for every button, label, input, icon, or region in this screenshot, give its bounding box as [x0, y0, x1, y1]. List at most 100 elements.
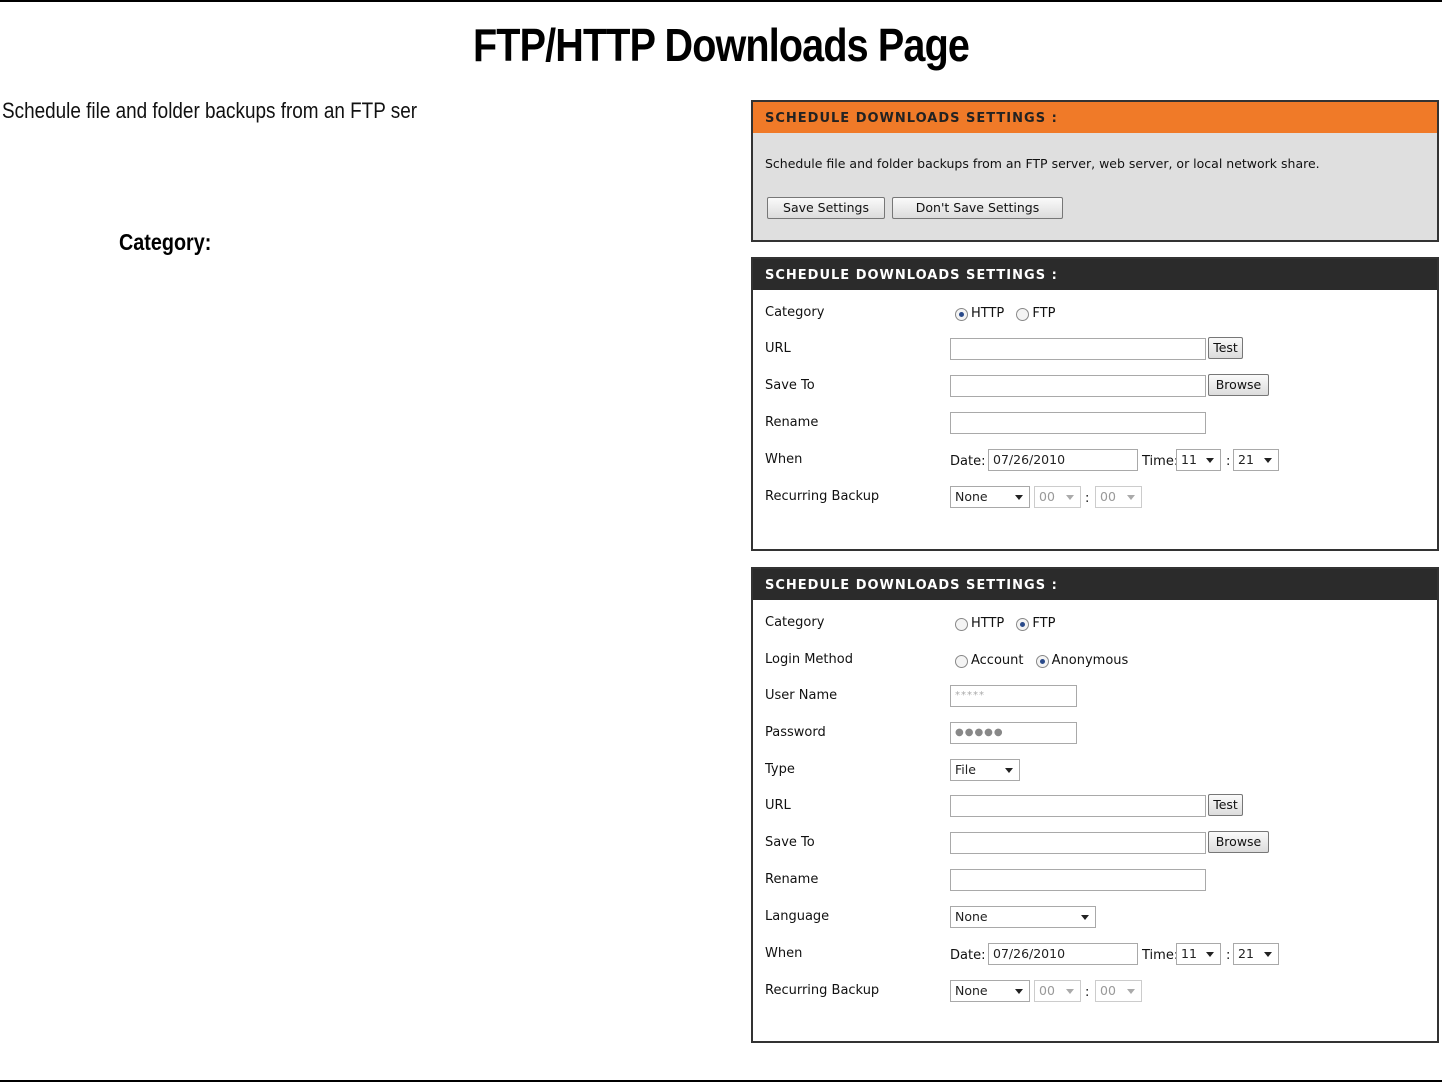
- date-input[interactable]: 07/26/2010: [988, 943, 1138, 965]
- recurring-hour-select[interactable]: 00: [1034, 486, 1081, 508]
- settings-panel-ftp: SCHEDULE DOWNLOADS SETTINGS : Category H…: [751, 567, 1439, 1043]
- chevron-down-icon: [1206, 952, 1214, 957]
- time-label: Time:: [1142, 454, 1179, 469]
- recurring-select[interactable]: None: [950, 486, 1030, 508]
- chevron-down-icon: [1127, 495, 1135, 500]
- url-label: URL: [765, 798, 791, 813]
- chevron-down-icon: [1066, 495, 1074, 500]
- chevron-down-icon: [1005, 768, 1013, 773]
- time-separator: :: [1226, 948, 1231, 963]
- login-account-label: Account: [971, 653, 1024, 668]
- date-label: Date:: [950, 948, 986, 963]
- category-http-label: HTTP: [971, 306, 1005, 321]
- category-ftp-radio[interactable]: [1016, 307, 1030, 321]
- recurring-minute-select[interactable]: 00: [1095, 980, 1142, 1002]
- chevron-down-icon: [1066, 989, 1074, 994]
- url-input[interactable]: [950, 338, 1206, 360]
- type-select[interactable]: File: [950, 759, 1020, 781]
- recurring-separator: :: [1085, 491, 1090, 506]
- bottom-rule: [0, 1080, 1442, 1082]
- time-hour-value: 11: [1181, 452, 1197, 467]
- category-http-radio[interactable]: [955, 617, 968, 631]
- login-method-label: Login Method: [765, 652, 853, 667]
- save-to-label: Save To: [765, 378, 815, 393]
- time-hour-select[interactable]: 11: [1176, 943, 1221, 965]
- rename-input[interactable]: [950, 869, 1206, 891]
- rename-label: Rename: [765, 872, 819, 887]
- save-to-input[interactable]: [950, 375, 1206, 397]
- language-value: None: [955, 909, 988, 924]
- save-settings-button[interactable]: Save Settings: [767, 197, 885, 219]
- chevron-down-icon: [1127, 989, 1135, 994]
- time-minute-select[interactable]: 21: [1233, 943, 1279, 965]
- time-label: Time:: [1142, 948, 1179, 963]
- category-http-label: HTTP: [971, 616, 1005, 631]
- recurring-select[interactable]: None: [950, 980, 1030, 1002]
- rename-input[interactable]: [950, 412, 1206, 434]
- recurring-hour-value: 00: [1039, 983, 1055, 998]
- chevron-down-icon: [1015, 989, 1023, 994]
- category-http-radio[interactable]: [955, 307, 968, 321]
- category-ftp-label: FTP: [1032, 306, 1056, 321]
- time-hour-value: 11: [1181, 946, 1197, 961]
- password-label: Password: [765, 725, 826, 740]
- time-minute-value: 21: [1238, 452, 1254, 467]
- chevron-down-icon: [1015, 495, 1023, 500]
- panel-header: SCHEDULE DOWNLOADS SETTINGS :: [753, 102, 1437, 133]
- recurring-value: None: [955, 983, 988, 998]
- settings-panel-http: SCHEDULE DOWNLOADS SETTINGS : Category H…: [751, 257, 1439, 551]
- login-anonymous-radio[interactable]: [1035, 654, 1049, 668]
- recurring-label: Recurring Backup: [765, 489, 880, 504]
- chevron-down-icon: [1081, 915, 1089, 920]
- browse-button[interactable]: Browse: [1208, 374, 1269, 396]
- date-input[interactable]: 07/26/2010: [988, 449, 1138, 471]
- recurring-minute-value: 00: [1100, 983, 1116, 998]
- type-value: File: [955, 762, 976, 777]
- dont-save-settings-button[interactable]: Don't Save Settings: [892, 197, 1063, 219]
- test-button[interactable]: Test: [1208, 794, 1243, 816]
- panel-header: SCHEDULE DOWNLOADS SETTINGS :: [753, 259, 1437, 290]
- chevron-down-icon: [1206, 458, 1214, 463]
- settings-panel-top: SCHEDULE DOWNLOADS SETTINGS : Schedule f…: [751, 100, 1439, 242]
- category-label: Category: [765, 305, 825, 320]
- recurring-value: None: [955, 489, 988, 504]
- category-ftp-label: FTP: [1032, 616, 1056, 631]
- url-label: URL: [765, 341, 791, 356]
- recurring-minute-select[interactable]: 00: [1095, 486, 1142, 508]
- recurring-separator: :: [1085, 985, 1090, 1000]
- recurring-label: Recurring Backup: [765, 983, 880, 998]
- language-label: Language: [765, 909, 830, 924]
- rename-label: Rename: [765, 415, 819, 430]
- browse-button[interactable]: Browse: [1208, 831, 1269, 853]
- time-minute-value: 21: [1238, 946, 1254, 961]
- when-label: When: [765, 452, 803, 467]
- recurring-hour-value: 00: [1039, 489, 1055, 504]
- login-anonymous-label: Anonymous: [1051, 653, 1129, 668]
- category-label: Category: [765, 615, 825, 630]
- chevron-down-icon: [1264, 458, 1272, 463]
- type-label: Type: [765, 762, 795, 777]
- time-hour-select[interactable]: 11: [1176, 449, 1221, 471]
- save-to-input[interactable]: [950, 832, 1206, 854]
- url-input[interactable]: [950, 795, 1206, 817]
- panel-header: SCHEDULE DOWNLOADS SETTINGS :: [753, 569, 1437, 600]
- language-select[interactable]: None: [950, 906, 1096, 928]
- username-label: User Name: [765, 688, 838, 703]
- time-separator: :: [1226, 454, 1231, 469]
- recurring-hour-select[interactable]: 00: [1034, 980, 1081, 1002]
- save-to-label: Save To: [765, 835, 815, 850]
- top-rule: [0, 0, 1442, 2]
- login-account-radio[interactable]: [955, 654, 968, 668]
- panel-description: Schedule file and folder backups from an…: [765, 156, 1320, 171]
- recurring-minute-value: 00: [1100, 489, 1116, 504]
- category-ftp-radio[interactable]: [1016, 617, 1030, 631]
- password-input[interactable]: ●●●●●: [950, 722, 1077, 744]
- username-input[interactable]: *****: [950, 685, 1077, 707]
- category-heading: Category:: [119, 229, 212, 255]
- intro-text: Schedule file and folder backups from an…: [2, 98, 418, 123]
- when-label: When: [765, 946, 803, 961]
- chevron-down-icon: [1264, 952, 1272, 957]
- test-button[interactable]: Test: [1208, 337, 1243, 359]
- page-title: FTP/HTTP Downloads Page: [472, 19, 970, 71]
- time-minute-select[interactable]: 21: [1233, 449, 1279, 471]
